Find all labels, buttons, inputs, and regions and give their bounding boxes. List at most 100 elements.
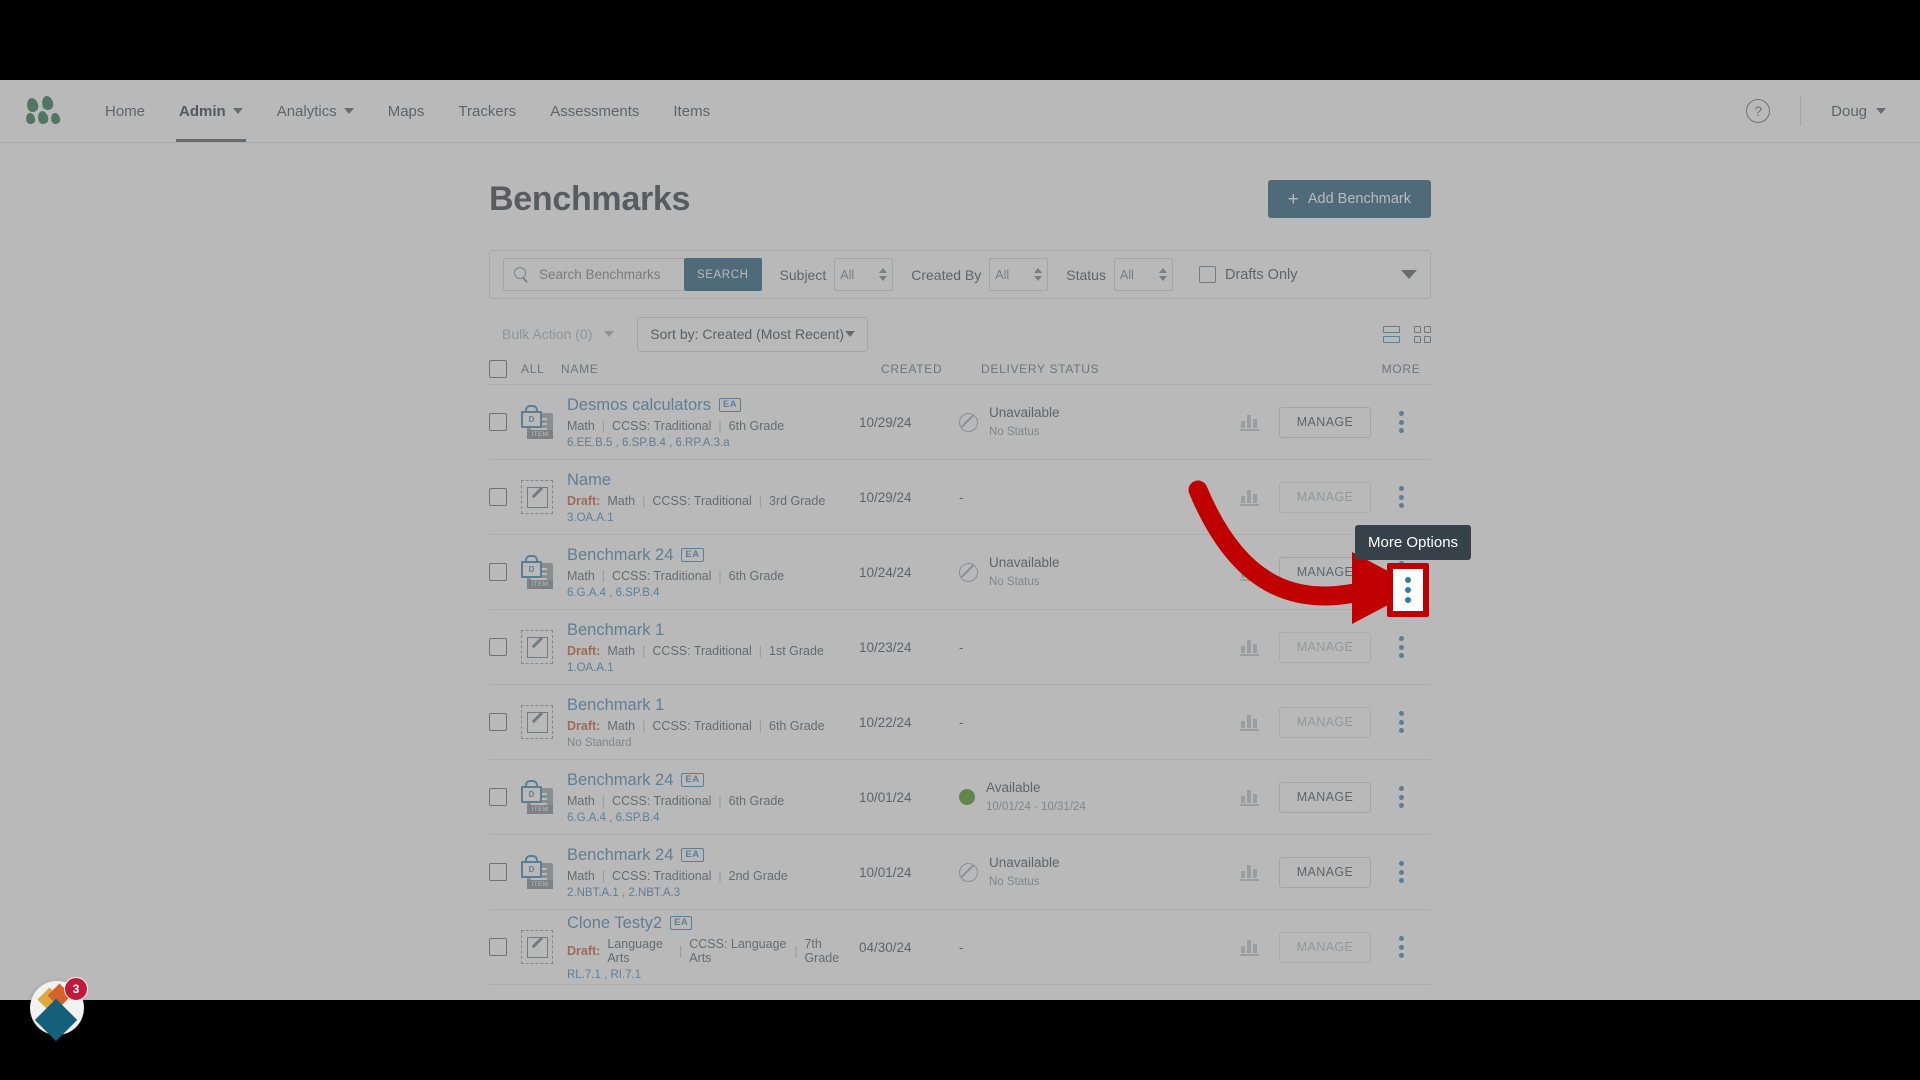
benchmark-title-link[interactable]: Desmos calculators [567, 396, 711, 415]
status-text: Unavailable [989, 405, 1060, 420]
row-select-checkbox[interactable] [489, 488, 521, 506]
user-menu[interactable]: Doug [1831, 103, 1886, 120]
more-options-button[interactable] [1390, 784, 1412, 810]
separator: | [601, 793, 606, 808]
row-select-checkbox[interactable] [489, 788, 521, 806]
row-report-icon[interactable] [1219, 639, 1279, 656]
status-filter-select[interactable]: All [1113, 258, 1173, 291]
manage-button[interactable]: MANAGE [1278, 931, 1372, 963]
nav-item-analytics[interactable]: Analytics [260, 80, 371, 142]
row-created-date: 10/29/24 [859, 489, 912, 505]
benchmark-title-link[interactable]: Name [567, 471, 611, 490]
nav-item-trackers[interactable]: Trackers [441, 80, 533, 142]
manage-button[interactable]: MANAGE [1278, 406, 1372, 438]
subject-filter-value: All [840, 267, 855, 282]
separator: | [718, 418, 722, 433]
nav-item-items[interactable]: Items [656, 80, 727, 142]
row-name-cell: Benchmark 1 Draft: Math | CCSS: Traditio… [567, 621, 859, 674]
manage-button[interactable]: MANAGE [1278, 631, 1372, 663]
sort-by-label: Sort by: Created (Most Recent) [650, 326, 845, 342]
more-options-button[interactable] [1390, 934, 1412, 960]
more-options-button[interactable] [1390, 484, 1412, 510]
row-report-icon[interactable] [1219, 864, 1279, 881]
benchmark-title-link[interactable]: Benchmark 24 [567, 771, 673, 790]
row-report-icon[interactable] [1219, 789, 1279, 806]
status-dash: - [959, 489, 964, 505]
row-select-checkbox[interactable] [489, 413, 521, 431]
row-report-icon[interactable] [1219, 714, 1279, 731]
row-select-checkbox[interactable] [489, 713, 521, 731]
help-widget-button[interactable]: 3 [30, 977, 88, 1042]
search-input[interactable] [537, 266, 684, 283]
benchmark-title-link[interactable]: Benchmark 24 [567, 846, 673, 865]
row-subject: Math [567, 868, 595, 883]
bar-chart-icon [1239, 489, 1259, 506]
drafts-only-checkbox[interactable]: Drafts Only [1198, 266, 1298, 283]
created-by-filter-select[interactable]: All [989, 258, 1049, 291]
manage-button[interactable]: MANAGE [1278, 706, 1372, 738]
status-text: Available [986, 780, 1041, 795]
row-standards[interactable]: No Standard [567, 737, 849, 749]
benchmark-title-link[interactable]: Benchmark 1 [567, 621, 664, 640]
manage-button[interactable]: MANAGE [1278, 856, 1372, 888]
more-options-button[interactable] [1390, 634, 1412, 660]
more-options-button[interactable] [1390, 559, 1412, 585]
row-manage-cell: MANAGE [1278, 781, 1372, 813]
select-all-checkbox[interactable] [489, 360, 521, 378]
row-report-icon[interactable] [1219, 564, 1279, 581]
row-standards[interactable]: RL.7.1 , RI.7.1 [567, 969, 849, 981]
row-framework: CCSS: Traditional [652, 718, 752, 733]
add-benchmark-button[interactable]: + Add Benchmark [1267, 180, 1431, 218]
nav-item-maps[interactable]: Maps [371, 80, 442, 142]
row-framework: CCSS: Traditional [612, 418, 712, 433]
row-more-cell [1371, 409, 1431, 435]
row-select-checkbox[interactable] [489, 563, 521, 581]
row-standards[interactable]: 6.G.A.4 , 6.SP.B.4 [567, 587, 849, 599]
nav-item-home[interactable]: Home [88, 80, 162, 142]
row-select-checkbox[interactable] [489, 638, 521, 656]
row-select-checkbox[interactable] [489, 863, 521, 881]
divider [1800, 96, 1802, 126]
benchmark-title-link[interactable]: Clone Testy2 [567, 914, 662, 933]
row-report-icon[interactable] [1219, 939, 1279, 956]
question-mark-circle-icon[interactable]: ? [1746, 99, 1771, 123]
bulk-action-dropdown[interactable]: Bulk Action (0) [489, 318, 627, 351]
three-leaf-logo[interactable] [24, 95, 62, 126]
search-button[interactable]: SEARCH [684, 258, 762, 291]
created-by-filter-value: All [995, 267, 1010, 282]
table-row: ITEM D Benchmark 24 EA Math | CCSS: Trad… [489, 835, 1431, 910]
row-report-icon[interactable] [1219, 489, 1279, 506]
row-standards[interactable]: 1.OA.A.1 [567, 662, 849, 674]
sort-by-dropdown[interactable]: Sort by: Created (Most Recent) [637, 316, 869, 352]
draft-label: Draft: [567, 493, 601, 508]
row-name-cell: Benchmark 24 EA Math | CCSS: Traditional… [567, 771, 859, 824]
nav-item-assessments[interactable]: Assessments [533, 80, 656, 142]
row-standards[interactable]: 6.EE.B.5 , 6.SP.B.4 , 6.RP.A.3.a [567, 437, 849, 449]
manage-button[interactable]: MANAGE [1278, 556, 1372, 588]
page-header: Benchmarks + Add Benchmark [489, 170, 1431, 228]
expand-filters-chevron-down-icon[interactable] [1401, 270, 1417, 279]
more-options-button[interactable] [1390, 409, 1412, 435]
benchmark-title-link[interactable]: Benchmark 1 [567, 696, 664, 715]
more-options-button[interactable] [1390, 709, 1412, 735]
row-select-checkbox[interactable] [489, 938, 521, 956]
bar-chart-icon [1239, 939, 1259, 956]
separator: | [642, 718, 646, 733]
subject-filter-select[interactable]: All [834, 258, 894, 291]
benchmark-title-link[interactable]: Benchmark 24 [567, 546, 673, 565]
ea-badge: EA [718, 398, 742, 412]
grid-view-icon[interactable] [1414, 325, 1431, 343]
manage-button[interactable]: MANAGE [1278, 781, 1372, 813]
list-view-icon[interactable] [1383, 325, 1400, 343]
nav-right-group: ? Doug [1746, 96, 1920, 126]
row-standards[interactable]: 2.NBT.A.1 , 2.NBT.A.3 [567, 887, 849, 899]
row-subject: Math [567, 418, 595, 433]
manage-button[interactable]: MANAGE [1278, 481, 1372, 513]
row-type-icon: ITEM D [521, 555, 567, 589]
more-options-button[interactable] [1390, 859, 1412, 885]
row-standards[interactable]: 3.OA.A.1 [567, 512, 849, 524]
draft-pencil-icon [521, 630, 553, 664]
nav-item-admin[interactable]: Admin [162, 80, 260, 142]
row-report-icon[interactable] [1219, 414, 1279, 431]
row-standards[interactable]: 6.G.A.4 , 6.SP.B.4 [567, 812, 849, 824]
